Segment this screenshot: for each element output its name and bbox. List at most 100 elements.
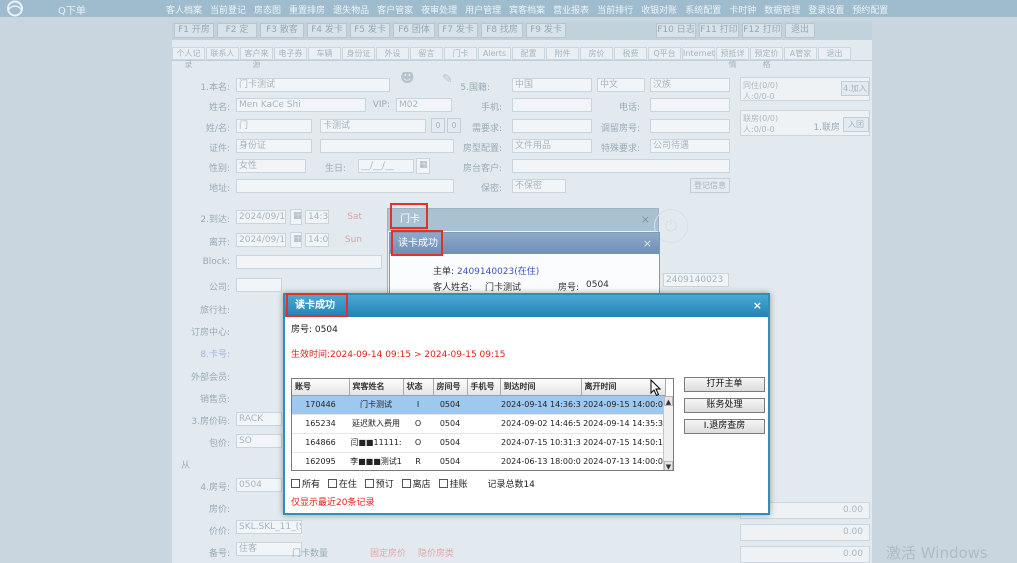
top-nav-item[interactable]: 房态图 — [254, 3, 281, 16]
table-row[interactable]: 164866 闫■■11111: O 0504 2024-07-15 10:31:3 20… — [292, 433, 665, 453]
block-field[interactable] — [236, 255, 382, 269]
form-tab[interactable]: Q平台 — [648, 47, 681, 60]
birthday-field[interactable]: __/__/__ — [358, 159, 414, 173]
room-no-field[interactable]: 0504 — [236, 478, 282, 492]
top-nav-item[interactable]: 系统配置 — [685, 3, 721, 16]
toolbar-button[interactable]: F9 发卡 — [526, 23, 566, 38]
top-nav-item[interactable]: 用户管理 — [465, 3, 501, 16]
table-row[interactable]: 170446 门卡测试 I 0504 2024-09-14 14:36:3 2024-09… — [292, 395, 665, 415]
door-card-dialog-close-button[interactable]: × — [641, 209, 650, 231]
checkout-room-check-button[interactable]: I.退房查房 — [684, 419, 765, 434]
form-tab[interactable]: 联系人 — [206, 47, 239, 60]
form-tab[interactable]: 客户来源 — [240, 47, 273, 69]
keep-select[interactable]: 不保密 — [512, 179, 566, 193]
grid-vertical-scrollbar[interactable]: ▲ ▼ — [663, 396, 673, 470]
grid-column-header[interactable]: 状态 — [403, 379, 434, 396]
arrive-calendar-icon[interactable]: ▦ — [290, 209, 302, 225]
group-field[interactable] — [512, 159, 730, 173]
toolbar-button[interactable]: F4 发卡 — [307, 23, 347, 38]
birthday-calendar-icon[interactable]: ▦ — [416, 158, 430, 174]
top-nav-item[interactable]: 遗失物品 — [333, 3, 369, 16]
open-master-button[interactable]: 打开主单 — [684, 377, 765, 392]
toolbar-button[interactable]: F10 日志 — [656, 23, 696, 38]
form-tab[interactable]: Internet — [682, 47, 715, 60]
phone-field[interactable] — [650, 98, 730, 112]
given-name-field[interactable]: 卡测试 — [320, 119, 426, 133]
top-nav-item[interactable]: 收银对账 — [641, 3, 677, 16]
link-room-label[interactable]: 1.联房 — [782, 120, 840, 133]
form-tab[interactable]: 预抵详情 — [716, 47, 749, 69]
company-field[interactable] — [236, 278, 282, 292]
table-row[interactable]: 162095 李■■■测试1 R 0504 2024-06-13 18:00:0 2024… — [292, 452, 665, 470]
scroll-up-arrow-icon[interactable]: ▲ — [664, 396, 673, 406]
depart-calendar-icon[interactable]: ▦ — [290, 232, 302, 248]
toolbar-button[interactable]: F12 打印 — [742, 23, 782, 38]
form-tab[interactable]: 个人记录 — [172, 47, 205, 69]
join-group-button[interactable]: 入团 — [843, 117, 869, 132]
toolbar-button[interactable]: F1 开房 — [174, 23, 214, 38]
reserved-room-field[interactable] — [650, 119, 730, 133]
toolbar-button[interactable]: F7 发卡 — [438, 23, 478, 38]
notes-detail-field[interactable]: 公司待遇 — [650, 139, 730, 153]
table-row[interactable]: 165234 延迟默入费用 O 0504 2024-09-02 14:46:5 2024-… — [292, 414, 665, 434]
card-count-checkbox[interactable]: 门卡数量 — [292, 546, 362, 559]
read-success-back-close-button[interactable]: × — [643, 233, 652, 254]
guest-photo-icon[interactable]: ☻ — [398, 72, 416, 92]
filter-departed-checkbox[interactable]: 离店 — [401, 479, 431, 490]
grid-column-header[interactable]: 房间号 — [433, 379, 468, 396]
dialog-close-button[interactable]: × — [753, 295, 762, 317]
toolbar-button[interactable]: F5 发卡 — [350, 23, 390, 38]
hide-price-checkbox[interactable]: 隐价房类 — [418, 546, 468, 559]
country-field[interactable]: 中国 — [512, 78, 592, 92]
toolbar-button[interactable]: F11 打印 — [699, 23, 739, 38]
form-tab[interactable]: 留言 — [410, 47, 443, 60]
top-nav-item[interactable]: 营业报表 — [553, 3, 589, 16]
grid-column-header[interactable]: 手机号 — [467, 379, 501, 396]
packages-field[interactable]: SO — [236, 434, 282, 448]
idcard-number-field[interactable] — [320, 139, 454, 153]
top-nav-item[interactable]: 卡时钟 — [729, 3, 756, 16]
nation-field[interactable]: 汉族 — [650, 78, 730, 92]
idcard-type-field[interactable]: 身份证 — [236, 139, 312, 153]
form-tab[interactable]: 配置 — [512, 47, 545, 60]
top-nav-item[interactable]: 客户管家 — [377, 3, 413, 16]
grid-column-header[interactable]: 宾客姓名 — [349, 379, 404, 396]
grid-column-header[interactable]: 到达时间 — [500, 379, 582, 396]
form-tab[interactable]: 电子券 — [274, 47, 307, 60]
toolbar-button[interactable]: F8 找房 — [481, 23, 523, 38]
language-field[interactable]: 中文 — [597, 78, 645, 92]
form-tab[interactable]: 税费 — [614, 47, 647, 60]
filter-inhouse-checkbox[interactable]: 在住 — [327, 479, 357, 490]
form-tab[interactable]: 身份证 — [342, 47, 375, 60]
scroll-down-arrow-icon[interactable]: ▼ — [664, 461, 673, 470]
filter-reserved-checkbox[interactable]: 预订 — [364, 479, 394, 490]
address-field[interactable] — [236, 179, 454, 193]
top-nav-item[interactable]: 当前登记 — [210, 3, 246, 16]
top-nav-item[interactable]: 重置排房 — [289, 3, 325, 16]
form-tab[interactable]: 车辆 — [308, 47, 341, 60]
name-field[interactable]: 门卡测试 — [236, 78, 390, 92]
rate-code-field[interactable]: RACK — [236, 412, 282, 426]
form-tab[interactable]: 门卡 — [444, 47, 477, 60]
master-no-field[interactable]: 2409140023 — [663, 273, 729, 287]
grid-column-header[interactable]: 账号 — [292, 379, 350, 396]
form-tab[interactable]: 退出 — [818, 47, 851, 60]
rate-plan-field[interactable]: SKL.SKL_11_(SKL) — [236, 520, 302, 534]
filter-all-checkbox[interactable]: 所有 — [291, 479, 320, 490]
top-nav-item[interactable]: 预约配置 — [852, 3, 888, 16]
fixed-price-checkbox[interactable]: 固定房价 — [370, 546, 420, 559]
top-nav-item[interactable]: 数据管理 — [764, 3, 800, 16]
toolbar-button[interactable]: 退出 — [785, 23, 815, 38]
arrive-date-field[interactable]: 2024/09/14 — [236, 210, 286, 224]
top-nav-item[interactable]: 登录设置 — [808, 3, 844, 16]
top-nav-item[interactable]: 客人档案 — [166, 3, 202, 16]
surname-field[interactable]: 门 — [236, 119, 312, 133]
toolbar-button[interactable]: F2 定 — [217, 23, 257, 38]
top-nav-item[interactable]: 宾客档案 — [509, 3, 545, 16]
record-info-button[interactable]: 登记信息 — [690, 178, 730, 193]
account-processing-button[interactable]: 账务处理 — [684, 398, 765, 413]
filter-ledger-checkbox[interactable]: 挂账 — [438, 479, 468, 490]
form-tab[interactable]: 附件 — [546, 47, 579, 60]
top-nav-item[interactable]: 夜审处理 — [421, 3, 457, 16]
toolbar-button[interactable]: F3 散客 — [260, 23, 304, 38]
